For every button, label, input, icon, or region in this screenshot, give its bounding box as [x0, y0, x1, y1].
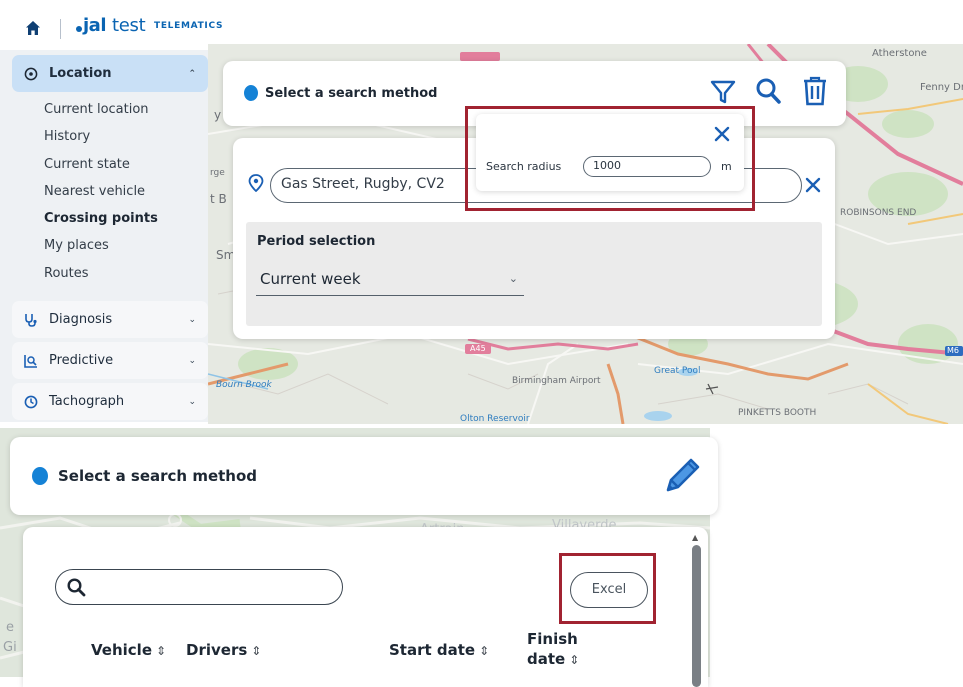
column-header-drivers[interactable]: Drivers ⇕	[186, 641, 261, 659]
period-label: Period selection	[257, 234, 376, 249]
submenu-item-history[interactable]: History	[12, 123, 208, 150]
location-pin-icon	[24, 67, 38, 80]
submenu-item-crossing-points[interactable]: Crossing points	[12, 205, 208, 232]
period-selected-value: Current week	[260, 270, 361, 288]
map-label: Birmingham Airport	[512, 376, 601, 386]
sidebar-item-label: Location	[49, 66, 112, 81]
map-label: A45	[470, 344, 486, 353]
column-header-label: Drivers	[186, 641, 248, 659]
brand-logo-dot	[76, 26, 82, 32]
map-label: t B	[210, 192, 227, 206]
location-submenu: Current location History Current state N…	[12, 96, 208, 287]
home-icon[interactable]	[25, 20, 41, 36]
sidebar-item-label: Predictive	[49, 353, 114, 368]
location-pin-icon	[248, 174, 264, 192]
results-search-input[interactable]	[55, 569, 343, 605]
sort-icon: ⇕	[156, 644, 167, 658]
map-label: Fenny Dr	[920, 82, 963, 93]
map-label: Atherstone	[872, 48, 927, 59]
column-header-start-date[interactable]: Start date ⇕	[389, 641, 489, 659]
sidebar-item-label: Diagnosis	[49, 312, 113, 327]
chevron-down-icon: ⌄	[188, 397, 196, 407]
tachograph-icon	[24, 395, 38, 408]
stethoscope-icon	[25, 313, 37, 327]
address-value: Gas Street, Rugby, CV2	[281, 176, 445, 192]
chevron-up-icon: ⌃	[188, 69, 196, 79]
period-select[interactable]: Current week ⌄	[256, 266, 524, 296]
map-label: rge	[210, 168, 225, 178]
app-header: jal test TELEMATICS	[0, 0, 963, 50]
sidebar-item-tachograph[interactable]: Tachograph ⌄	[12, 383, 208, 420]
submenu-item-current-location[interactable]: Current location	[12, 96, 208, 123]
map-label: Olton Reservoir	[460, 414, 530, 424]
highlight-box	[465, 106, 755, 211]
sidebar-item-diagnosis[interactable]: Diagnosis ⌄	[12, 301, 208, 338]
location-marker-icon	[32, 467, 48, 485]
column-header-label: Start date	[389, 641, 476, 659]
column-header-label: Vehicle	[91, 641, 152, 659]
highlight-box	[559, 553, 656, 624]
brand-logo-test: test	[112, 15, 146, 36]
chevron-down-icon: ⌄	[188, 315, 196, 325]
location-marker-icon	[244, 85, 258, 101]
search-icon	[67, 578, 86, 597]
search-icon[interactable]	[754, 77, 782, 105]
period-selection-box: Period selection Current week ⌄	[246, 222, 822, 326]
map-label: y	[214, 108, 222, 122]
map-label: e	[6, 620, 14, 635]
search-method-panel-bottom: Select a search method	[10, 437, 718, 515]
map-label: PINKETTS BOOTH	[738, 408, 817, 418]
submenu-item-routes[interactable]: Routes	[12, 260, 208, 287]
clear-address-icon[interactable]	[805, 177, 821, 193]
panel-title: Select a search method	[58, 467, 258, 485]
brand-logo-suffix: TELEMATICS	[154, 21, 224, 31]
chevron-down-icon: ⌄	[188, 356, 196, 366]
sort-icon: ⇕	[569, 653, 580, 667]
sidebar: Location ⌃ Current location History Curr…	[0, 50, 208, 422]
predictive-icon	[24, 354, 37, 368]
sort-icon: ⇕	[251, 644, 262, 658]
pencil-icon[interactable]	[662, 454, 704, 496]
column-header-vehicle[interactable]: Vehicle ⇕	[91, 641, 166, 659]
map-label: Great Pool	[654, 366, 701, 376]
chevron-down-icon: ⌄	[508, 272, 518, 285]
submenu-item-nearest-vehicle[interactable]: Nearest vehicle	[12, 178, 208, 205]
filter-icon[interactable]	[710, 79, 736, 105]
panel-title: Select a search method	[265, 86, 438, 101]
submenu-item-current-state[interactable]: Current state	[12, 151, 208, 178]
column-header-label: date	[527, 650, 566, 668]
sidebar-item-location[interactable]: Location ⌃	[12, 55, 208, 92]
sidebar-item-predictive[interactable]: Predictive ⌄	[12, 342, 208, 379]
header-divider	[60, 19, 61, 39]
scrollbar-thumb[interactable]	[692, 545, 701, 687]
column-header-finish-date[interactable]: Finish date ⇕	[527, 629, 579, 670]
sort-icon: ⇕	[479, 644, 490, 658]
map-label: M6	[947, 346, 959, 355]
map-label: Gi	[3, 640, 17, 655]
map-label: ROBINSONS END	[840, 208, 917, 218]
column-header-label: Finish	[527, 630, 578, 648]
brand-logo-jal: jal	[83, 15, 107, 36]
map-label: Bourn Brook	[216, 380, 272, 390]
scroll-up-arrow-icon[interactable]: ▲	[692, 533, 700, 543]
submenu-item-my-places[interactable]: My places	[12, 232, 208, 259]
sidebar-item-label: Tachograph	[49, 394, 125, 409]
trash-icon[interactable]	[802, 76, 828, 106]
